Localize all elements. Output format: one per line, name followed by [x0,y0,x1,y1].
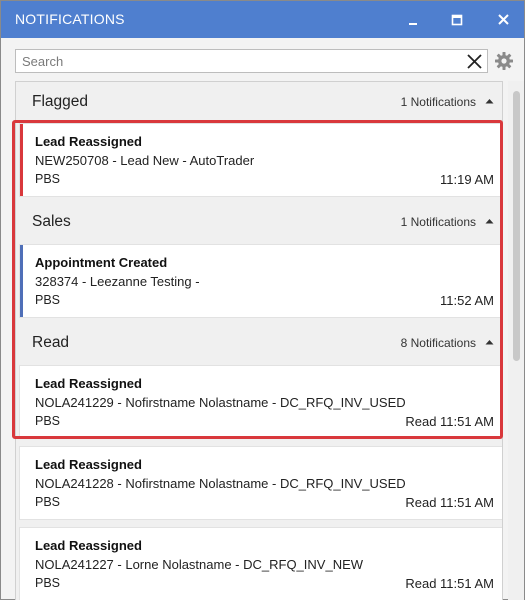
minimize-button[interactable] [402,9,424,31]
settings-button[interactable] [494,51,514,71]
notification-card[interactable]: Lead Reassigned NEW250708 - Lead New - A… [19,123,502,197]
gear-icon [495,52,513,70]
notification-title: Lead Reassigned [35,538,142,553]
search-input[interactable] [22,52,452,70]
notification-card[interactable]: Lead Reassigned NOLA241229 - Nofirstname… [19,365,502,439]
notifications-window: NOTIFICATIONS Search Flagged 1 Notificat… [0,0,525,600]
scrollbar-thumb[interactable] [513,91,520,361]
clear-search-button[interactable] [465,52,484,71]
group-count: 8 Notifications [400,336,476,350]
search-box [15,49,488,73]
notification-time: 11:52 AM [440,293,494,308]
sales-accent-bar [20,245,23,317]
title-bar[interactable]: NOTIFICATIONS [1,1,524,38]
notification-subtitle: NEW250708 - Lead New - AutoTrader [35,153,255,168]
group-count: 1 Notifications [400,95,476,109]
notification-card[interactable]: Appointment Created 328374 - Leezanne Te… [19,244,502,318]
group-header-flagged[interactable]: Flagged 1 Notifications [16,82,502,122]
group-title: Flagged [32,93,89,110]
group-header-sales[interactable]: Sales 1 Notifications [16,202,502,242]
notification-time: 11:19 AM [440,172,494,187]
minimize-icon [409,23,417,25]
notification-card[interactable]: Lead Reassigned NOLA241228 - Nofirstname… [19,446,502,520]
notification-source: PBS [35,172,61,186]
notification-source: PBS [35,414,61,428]
collapse-caret-icon[interactable] [485,218,494,224]
flag-accent-bar [20,124,23,196]
group-title: Read [32,334,70,351]
maximize-button[interactable] [446,9,468,31]
notification-list[interactable]: Flagged 1 Notifications Lead Reassigned … [15,81,503,600]
notification-title: Lead Reassigned [35,134,142,149]
notification-time: Read 11:51 AM [405,495,494,510]
notification-subtitle: 328374 - Leezanne Testing - [35,274,200,289]
notification-title: Appointment Created [35,255,168,270]
close-icon [498,14,509,25]
notification-time: Read 11:51 AM [405,414,494,429]
notification-subtitle: NOLA241227 - Lorne Nolastname - DC_RFQ_I… [35,557,364,572]
group-count: 1 Notifications [400,215,476,229]
close-button[interactable] [493,9,515,31]
notification-source: PBS [35,576,61,590]
collapse-caret-icon[interactable] [485,98,494,104]
notification-subtitle: NOLA241228 - Nofirstname Nolastname - DC… [35,476,406,491]
clear-icon [467,54,482,69]
notification-time: Read 11:51 AM [405,576,494,591]
group-title: Sales [32,213,71,230]
collapse-caret-icon[interactable] [485,339,494,345]
group-header-read[interactable]: Read 8 Notifications [16,323,502,363]
notification-title: Lead Reassigned [35,376,142,391]
notification-title: Lead Reassigned [35,457,142,472]
maximize-icon [451,14,463,26]
notification-card[interactable]: Lead Reassigned NOLA241227 - Lorne Nolas… [19,527,502,600]
notification-source: PBS [35,293,61,307]
notification-subtitle: NOLA241229 - Nofirstname Nolastname - DC… [35,395,406,410]
vertical-scrollbar[interactable] [508,81,524,600]
notification-source: PBS [35,495,61,509]
window-title: NOTIFICATIONS [15,11,125,27]
